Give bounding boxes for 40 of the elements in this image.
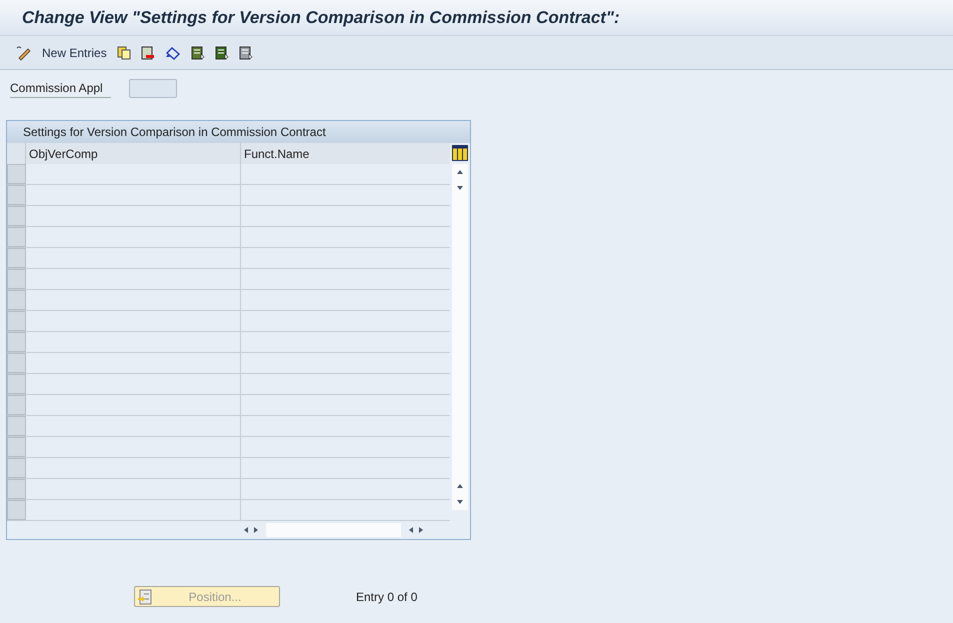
row-selector[interactable] xyxy=(7,374,26,394)
row-selector[interactable] xyxy=(7,248,26,268)
scroll-right-icon[interactable] xyxy=(417,526,425,534)
new-entries-button[interactable]: New Entries xyxy=(42,44,107,62)
row-selector[interactable] xyxy=(7,416,26,436)
scroll-left-icon[interactable] xyxy=(242,526,250,534)
row-selector[interactable] xyxy=(7,185,26,205)
row-selector[interactable] xyxy=(7,500,26,520)
delete-row-icon[interactable] xyxy=(140,46,155,60)
row-selector[interactable] xyxy=(7,458,26,478)
column-header[interactable]: Funct.Name xyxy=(241,143,450,164)
scroll-left-icon[interactable] xyxy=(407,526,415,534)
scroll-down-icon[interactable] xyxy=(456,184,464,192)
row-selector[interactable] xyxy=(7,479,26,499)
row-selector[interactable] xyxy=(7,311,26,331)
row-selector[interactable] xyxy=(7,206,26,226)
scroll-down-icon[interactable] xyxy=(456,498,464,506)
commission-appl-field[interactable] xyxy=(128,79,177,98)
copy-icon[interactable] xyxy=(116,46,131,60)
row-selector[interactable] xyxy=(7,290,26,310)
entry-count: Entry 0 of 0 xyxy=(356,588,418,606)
position-icon xyxy=(137,588,153,604)
field-label: Commission Appl xyxy=(10,79,111,98)
scroll-up-icon[interactable] xyxy=(456,168,464,176)
scroll-right-icon[interactable] xyxy=(252,526,260,534)
undo-icon[interactable] xyxy=(164,46,181,60)
column-header[interactable]: ObjVerComp xyxy=(26,143,241,164)
row-selector[interactable] xyxy=(7,437,26,457)
vertical-scrollbar[interactable] xyxy=(452,164,468,510)
scroll-up-icon[interactable] xyxy=(456,482,464,490)
row-selector[interactable] xyxy=(7,227,26,247)
row-selector[interactable] xyxy=(7,332,26,352)
table-title: Settings for Version Comparison in Commission Contract xyxy=(23,124,326,141)
row-selector[interactable] xyxy=(7,395,26,415)
window-title: Change View "Settings for Version Comparison in Commission Contract": xyxy=(22,6,620,29)
row-selector[interactable] xyxy=(7,353,26,373)
column-settings-icon[interactable] xyxy=(452,145,468,161)
pencil-icon[interactable] xyxy=(16,44,32,60)
row-selector[interactable] xyxy=(7,164,26,184)
row-selector[interactable] xyxy=(7,269,26,289)
